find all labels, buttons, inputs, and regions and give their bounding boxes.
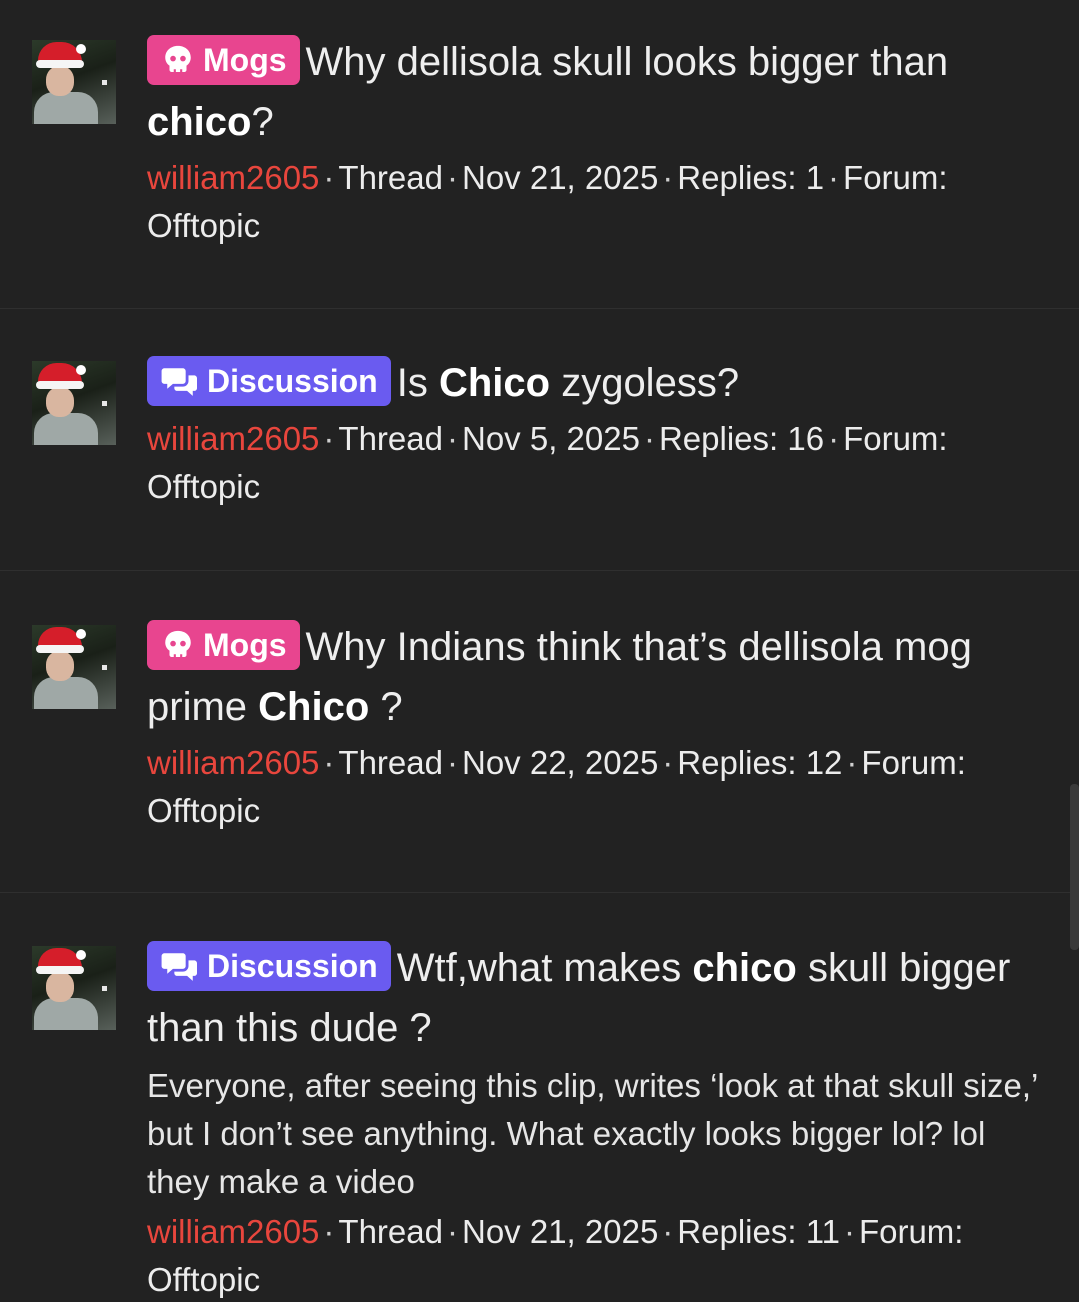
thread-title[interactable]: Discussion Is Chico zygoless? xyxy=(147,353,1051,413)
thread-item[interactable]: Discussion Is Chico zygoless? william2605… xyxy=(0,309,1079,571)
thread-meta: william2605 · Thread · Nov 21, 2025 · Replies:… xyxy=(147,1213,964,1298)
skull-icon xyxy=(165,45,191,73)
content-type: Thread xyxy=(338,159,443,196)
chat-bubbles-icon xyxy=(161,368,197,396)
skull-icon xyxy=(165,630,191,658)
thread-title[interactable]: Mogs Why dellisola skull looks bigger tha… xyxy=(147,32,1051,152)
highlight-term: chico xyxy=(147,100,252,144)
post-date: Nov 21, 2025 xyxy=(461,159,659,196)
reply-count: Replies: 12 xyxy=(677,744,843,781)
prefix-badge-discussion[interactable]: Discussion xyxy=(147,356,391,406)
post-date: Nov 21, 2025 xyxy=(461,1213,659,1250)
author-link[interactable]: william2605 xyxy=(147,1213,319,1250)
prefix-badge-discussion[interactable]: Discussion xyxy=(147,941,391,991)
content-type: Thread xyxy=(338,1213,443,1250)
highlight-term: Chico xyxy=(438,361,551,405)
author-link[interactable]: william2605 xyxy=(147,420,319,457)
search-results-list: Mogs Why dellisola skull looks bigger tha… xyxy=(0,0,1079,1302)
thread-meta: william2605 · Thread · Nov 22, 2025 · Replies:… xyxy=(147,744,966,829)
highlight-term: chico xyxy=(692,946,797,990)
reply-count: Replies: 1 xyxy=(677,159,825,196)
content-type: Thread xyxy=(338,420,443,457)
avatar[interactable] xyxy=(32,946,116,1030)
thread-item[interactable]: Discussion Wtf,what makes chico skull big… xyxy=(0,893,1079,1302)
thread-item[interactable]: Mogs Why dellisola skull looks bigger tha… xyxy=(0,0,1079,309)
author-link[interactable]: william2605 xyxy=(147,744,319,781)
prefix-badge-mogs[interactable]: Mogs xyxy=(147,35,300,85)
avatar[interactable] xyxy=(32,361,116,445)
content-type: Thread xyxy=(338,744,443,781)
avatar[interactable] xyxy=(32,40,116,124)
post-date: Nov 5, 2025 xyxy=(461,420,640,457)
scrollbar[interactable] xyxy=(1070,784,1079,950)
avatar[interactable] xyxy=(32,625,116,709)
highlight-term: Chico xyxy=(258,685,370,729)
prefix-label: Mogs xyxy=(203,627,287,663)
thread-snippet: Everyone, after seeing this clip, writes… xyxy=(147,1067,1038,1200)
thread-meta: william2605 · Thread · Nov 5, 2025 · Replies: … xyxy=(147,420,948,505)
prefix-label: Mogs xyxy=(203,42,287,78)
chat-bubbles-icon xyxy=(161,953,197,981)
reply-count: Replies: 16 xyxy=(658,420,825,457)
prefix-label: Discussion xyxy=(207,948,378,984)
prefix-label: Discussion xyxy=(207,363,378,399)
prefix-badge-mogs[interactable]: Mogs xyxy=(147,620,300,670)
thread-meta: william2605 · Thread · Nov 21, 2025 · Replies:… xyxy=(147,159,948,244)
post-date: Nov 22, 2025 xyxy=(461,744,659,781)
author-link[interactable]: william2605 xyxy=(147,159,319,196)
thread-title[interactable]: Discussion Wtf,what makes chico skull big… xyxy=(147,938,1051,1058)
thread-item[interactable]: Mogs Why Indians think that’s dellisola m… xyxy=(0,571,1079,893)
thread-title[interactable]: Mogs Why Indians think that’s dellisola m… xyxy=(147,617,1051,737)
reply-count: Replies: 11 xyxy=(677,1213,840,1250)
